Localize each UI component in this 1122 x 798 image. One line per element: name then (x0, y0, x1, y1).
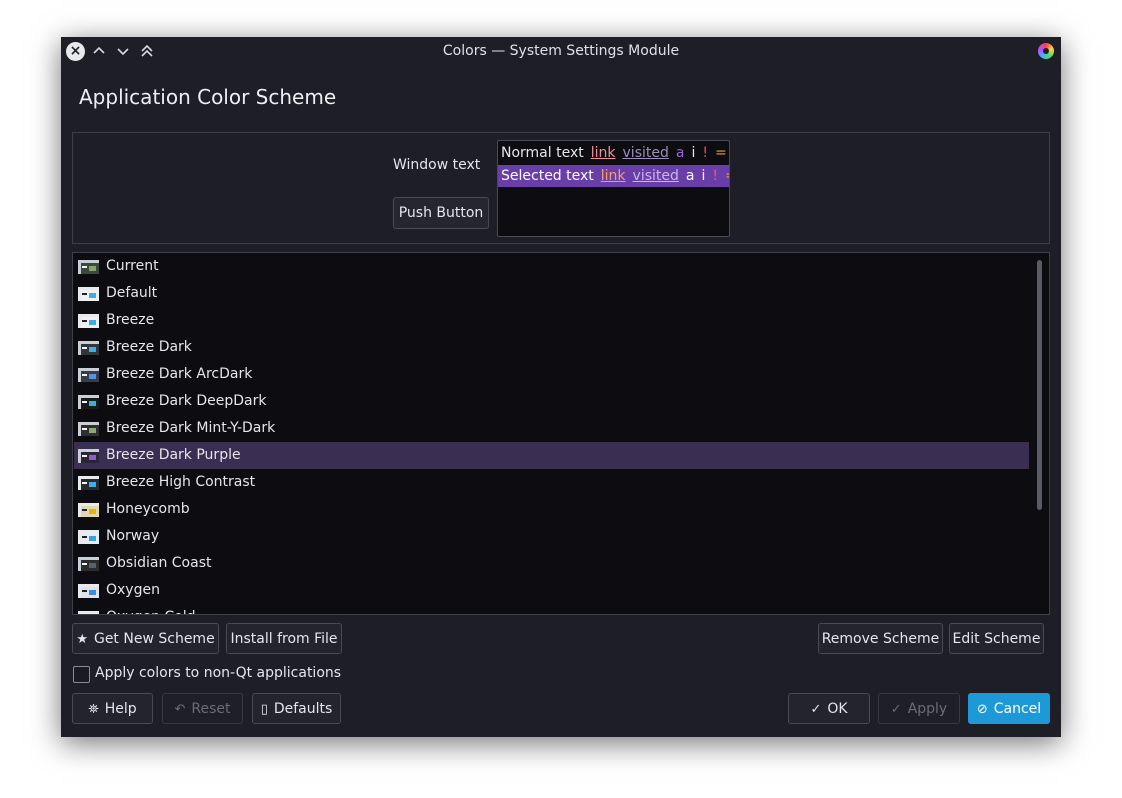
defaults-label: Defaults (273, 701, 333, 717)
ok-button[interactable]: ✓ OK (788, 693, 870, 724)
scheme-name: Default (106, 285, 158, 301)
selected-link-sample: link (600, 168, 626, 184)
help-icon: ⛯ (88, 702, 99, 717)
apply-button[interactable]: ✓ Apply (878, 693, 960, 724)
scheme-item-breeze-dark-purple[interactable]: Breeze Dark Purple (74, 442, 1029, 469)
scheme-item-breeze-dark[interactable]: Breeze Dark (74, 334, 1029, 361)
cancel-icon: ⊘ (976, 702, 988, 717)
scheme-swatch-icon (78, 503, 99, 517)
colors-settings-window: × Colors — System Settings Module Applic… (61, 37, 1061, 737)
ok-label: OK (827, 701, 848, 717)
install-from-file-label: Install from File (230, 631, 338, 647)
remove-scheme-button[interactable]: Remove Scheme (818, 623, 943, 654)
active-sample: a (675, 145, 685, 161)
remove-scheme-label: Remove Scheme (821, 631, 940, 647)
apply-non-qt-checkbox[interactable] (73, 666, 90, 683)
scheme-item-breeze-dark-deepdark[interactable]: Breeze Dark DeepDark (74, 388, 1029, 415)
scheme-item-breeze-dark-arcdark[interactable]: Breeze Dark ArcDark (74, 361, 1029, 388)
scheme-item-oxygen-cold[interactable]: Oxygen Cold (74, 604, 1029, 614)
neutral-sample: = (714, 145, 727, 161)
scheme-name: Breeze Dark Purple (106, 447, 241, 463)
scheme-swatch-icon (78, 584, 99, 598)
scheme-name: Oxygen Cold (106, 604, 196, 614)
reset-button[interactable]: ↶ Reset (162, 693, 243, 724)
scheme-name: Breeze Dark DeepDark (106, 393, 267, 409)
scheme-swatch-icon (78, 341, 99, 355)
text-color-sample: Normal textlinkvisitedai!=+ Selected tex… (497, 140, 730, 237)
selected-visited-sample: visited (632, 168, 679, 184)
checkmark-icon: ✓ (890, 702, 902, 717)
scheme-name: Breeze High Contrast (106, 474, 256, 490)
scheme-swatch-icon (78, 368, 99, 382)
scheme-name: Breeze Dark ArcDark (106, 366, 253, 382)
scheme-name: Breeze Dark Mint-Y-Dark (106, 420, 276, 436)
scheme-swatch-icon (78, 611, 99, 614)
cancel-button[interactable]: ⊘ Cancel (968, 693, 1050, 724)
visited-sample: visited (622, 145, 669, 161)
scheme-swatch-icon (78, 260, 99, 274)
scheme-item-breeze-dark-mint-y-dark[interactable]: Breeze Dark Mint-Y-Dark (74, 415, 1029, 442)
reset-label: Reset (191, 701, 231, 717)
scheme-swatch-icon (78, 476, 99, 490)
link-sample: link (590, 145, 616, 161)
selected-active-sample: a (685, 168, 695, 184)
selected-text-sample: Selected text (501, 168, 594, 184)
scheme-name: Honeycomb (106, 501, 190, 517)
scheme-item-honeycomb[interactable]: Honeycomb (74, 496, 1029, 523)
get-new-scheme-button[interactable]: ★ Get New Scheme (72, 623, 219, 654)
scheme-swatch-icon (78, 449, 99, 463)
scheme-name: Obsidian Coast (106, 555, 212, 571)
window-text-label: Window text (393, 157, 481, 173)
normal-text-sample: Normal text (501, 145, 584, 161)
scheme-item-obsidian-coast[interactable]: Obsidian Coast (74, 550, 1029, 577)
reset-icon: ↶ (174, 702, 186, 717)
titlebar: × Colors — System Settings Module (61, 37, 1061, 67)
scheme-item-breeze-high-contrast[interactable]: Breeze High Contrast (74, 469, 1029, 496)
scheme-swatch-icon (78, 530, 99, 544)
scheme-item-current[interactable]: Current (74, 253, 1029, 280)
get-new-scheme-label: Get New Scheme (93, 631, 215, 647)
scheme-item-breeze[interactable]: Breeze (74, 307, 1029, 334)
negative-sample: ! (702, 145, 708, 161)
window-title: Colors — System Settings Module (442, 43, 680, 59)
inactive-sample: i (691, 145, 696, 161)
apply-label: Apply (907, 701, 948, 717)
normal-text-row: Normal textlinkvisitedai!=+ (498, 142, 729, 164)
scheme-swatch-icon (78, 287, 99, 301)
scheme-item-default[interactable]: Default (74, 280, 1029, 307)
list-scrollbar[interactable] (1037, 260, 1042, 510)
selected-neutral-sample: = (725, 165, 729, 187)
color-wheel-icon[interactable] (1038, 43, 1054, 59)
cancel-label: Cancel (993, 701, 1042, 717)
scheme-name: Norway (106, 528, 160, 544)
preview-push-button[interactable]: Push Button (393, 197, 489, 229)
selected-negative-sample: ! (712, 168, 719, 184)
edit-scheme-button[interactable]: Edit Scheme (949, 623, 1044, 654)
scheme-swatch-icon (78, 557, 99, 571)
scheme-swatch-icon (78, 422, 99, 436)
scheme-swatch-icon (78, 314, 99, 328)
checkmark-icon: ✓ (810, 702, 822, 717)
scheme-name: Oxygen (106, 582, 160, 598)
scheme-item-norway[interactable]: Norway (74, 523, 1029, 550)
scheme-name: Breeze Dark (106, 339, 192, 355)
star-icon: ★ (76, 632, 88, 647)
defaults-button[interactable]: ▯ Defaults (252, 693, 341, 724)
apply-non-qt-label[interactable]: Apply colors to non-Qt applications (95, 665, 341, 681)
defaults-icon: ▯ (260, 702, 268, 717)
color-preview-panel: Window text Push Button Normal text link v… (72, 132, 1050, 244)
scheme-item-oxygen[interactable]: Oxygen (74, 577, 1029, 604)
help-button[interactable]: ⛯ Help (72, 693, 153, 724)
scheme-name: Current (106, 258, 159, 274)
page-title: Application Color Scheme (79, 85, 337, 109)
help-label: Help (104, 701, 137, 717)
scheme-name: Breeze (106, 312, 155, 328)
scheme-swatch-icon (78, 395, 99, 409)
install-from-file-button[interactable]: Install from File (226, 623, 342, 654)
selected-inactive-sample: i (701, 168, 706, 184)
edit-scheme-label: Edit Scheme (952, 631, 1041, 647)
selected-text-row: Selected textlinkvisitedai!=+ (498, 165, 729, 187)
color-scheme-list[interactable]: Current Default Breeze Breeze Dark Breez… (72, 252, 1050, 615)
